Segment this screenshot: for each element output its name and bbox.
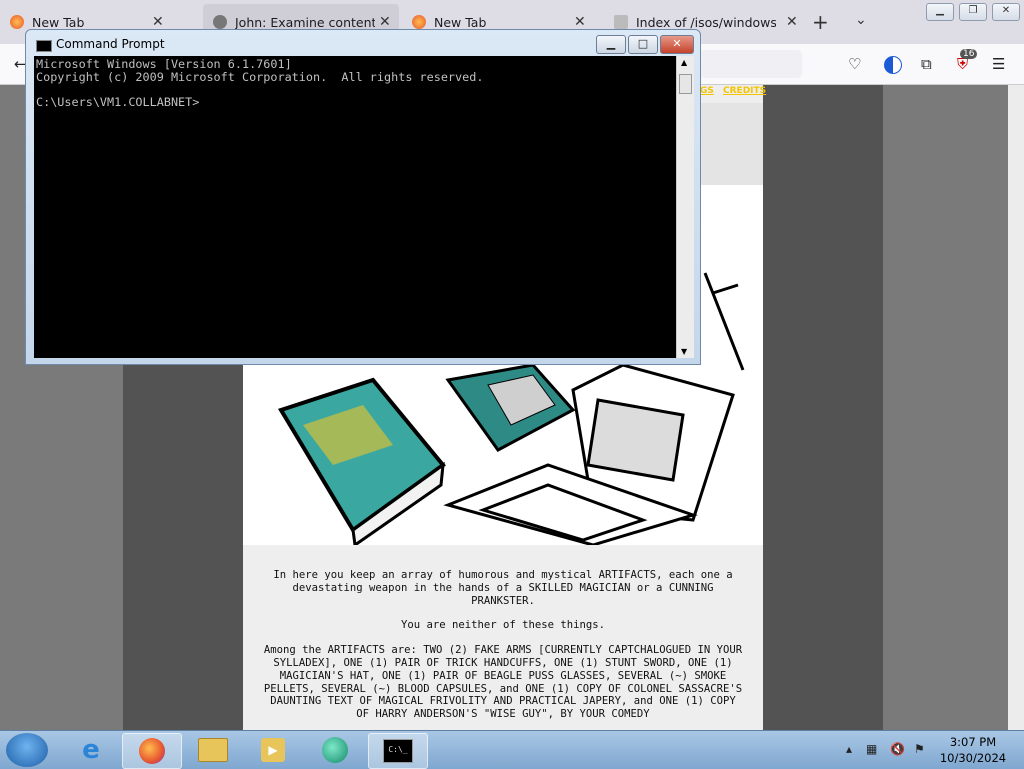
stunt-sword-drawing [703,272,745,371]
nav-link-credits[interactable]: CREDITS [723,86,766,96]
folder-icon [198,738,228,762]
address-bar[interactable] [700,50,802,78]
cmd-console-output[interactable]: Microsoft Windows [Version 6.1.7601] Copy… [34,56,676,358]
close-button[interactable]: ✕ [992,3,1020,21]
tab-close-icon[interactable]: ✕ [786,14,798,30]
cmd-maximize-button[interactable]: □ [628,35,658,54]
app-icon [322,737,348,763]
cmd-minimize-button[interactable]: ▁ [596,35,626,54]
system-clock[interactable]: 3:07 PM 10/30/2024 [935,734,1011,766]
narrative-paragraph: Among the ARTIFACTS are: TWO (2) FAKE AR… [263,644,743,721]
clock-time: 3:07 PM [949,735,997,749]
page-favicon-icon [614,15,628,29]
start-button[interactable] [6,733,48,767]
network-icon[interactable]: ▦ [866,742,877,756]
extension-dark-mode-icon[interactable] [884,56,902,74]
page-narrative-text: In here you keep an array of humorous an… [263,569,743,730]
page-favicon-icon [213,15,227,29]
tab-label: New Tab [434,14,487,30]
tab-close-icon[interactable]: ✕ [152,14,164,30]
tab-label: Index of /isos/windows/ [636,14,776,30]
tab-label: John: Examine contents of [235,14,375,30]
cmd-window-icon [36,40,52,52]
show-hidden-icons-icon[interactable]: ▴ [846,742,852,756]
restore-button[interactable]: ❐ [959,3,987,21]
taskbar-app[interactable] [306,733,364,767]
taskbar-command-prompt[interactable]: C:\_ [368,733,428,769]
new-tab-button[interactable]: + [812,10,829,34]
wise-guy-book-drawing [445,363,576,452]
sassacre-book-drawing [277,377,446,548]
page-scrollbar[interactable] [1008,85,1024,730]
command-prompt-window[interactable]: Command Prompt ▁ □ ✕ Microsoft Windows [… [25,29,701,365]
narrative-paragraph: You are neither of these things. [400,619,606,632]
console-prompt: C:\Users\VM1.COLLABNET> [36,94,200,109]
taskbar-firefox[interactable] [122,733,182,769]
pocket-icon[interactable]: ♡ [848,55,861,73]
tab-close-icon[interactable]: ✕ [574,14,586,30]
taskbar-media-player[interactable]: ▶ [244,733,302,767]
narrative-paragraph: In here you keep an array of humorous an… [273,569,733,607]
firefox-icon [139,738,165,764]
action-center-flag-icon[interactable]: ⚑ [914,742,925,756]
volume-muted-icon[interactable]: 🔇 [890,742,905,756]
firefox-icon [412,15,426,29]
taskbar-internet-explorer[interactable]: e [62,733,120,767]
minimize-button[interactable]: ▁ [926,3,954,21]
scroll-up-arrow-icon[interactable]: ▲ [681,58,687,67]
cmd-close-button[interactable]: ✕ [660,35,694,54]
cmd-scrollbar[interactable]: ▲ ▼ [676,56,694,358]
site-nav-links: GS CREDITS [700,86,772,96]
cmd-scrollbar-thumb[interactable] [679,74,692,94]
scroll-down-arrow-icon[interactable]: ▼ [681,347,687,356]
nav-link[interactable]: GS [700,86,714,96]
console-line: Copyright (c) 2009 Microsoft Corporation… [36,69,484,84]
tab-label: New Tab [32,14,85,30]
media-player-icon: ▶ [261,738,285,762]
extensions-icon[interactable]: ⧉ [921,55,932,73]
taskbar-file-explorer[interactable] [184,733,242,767]
windows-taskbar: e ▶ C:\_ ▴ ▦ 🔇 ⚑ 3:07 PM 10/30/2024 [0,730,1024,769]
ublock-count-badge: 16 [960,49,978,59]
cmd-window-title: Command Prompt [56,37,165,51]
console-line: Microsoft Windows [Version 6.1.7601] [36,57,292,71]
cmd-icon: C:\_ [383,739,413,763]
tab-close-icon[interactable]: ✕ [379,14,391,30]
menu-icon[interactable]: ☰ [992,55,1005,73]
firefox-icon [10,15,24,29]
internet-explorer-icon: e [82,735,100,765]
tab-list-button[interactable]: ⌄ [855,12,867,28]
clock-date: 10/30/2024 [939,751,1007,765]
